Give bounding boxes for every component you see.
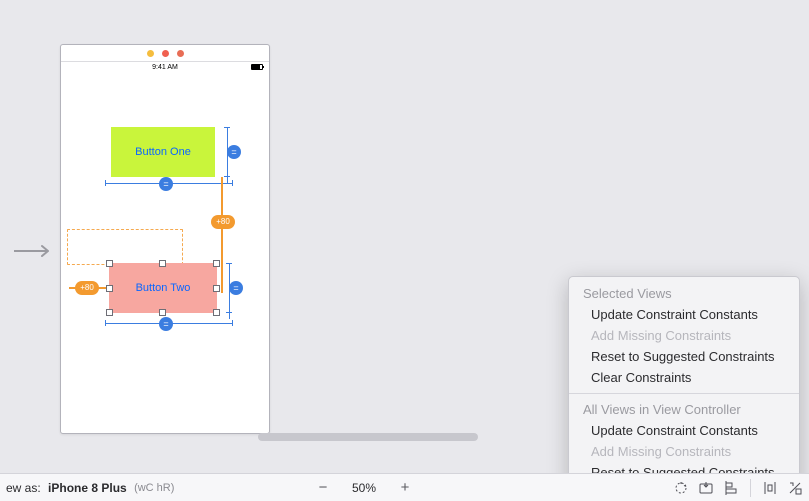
device-body[interactable]: Button One = = +80 +80 Button Two bbox=[61, 75, 269, 433]
view-as-prefix: ew as: bbox=[6, 481, 41, 495]
constraint-tick bbox=[105, 180, 106, 186]
view-as-control[interactable]: ew as: iPhone 8 Plus (wC hR) bbox=[0, 481, 174, 495]
constraint-tick bbox=[232, 180, 233, 186]
bottom-toolbar: ew as: iPhone 8 Plus (wC hR) − 50% + bbox=[0, 473, 809, 501]
entry-arrow-icon bbox=[14, 244, 58, 258]
constraint-tick bbox=[226, 312, 232, 313]
equal-badge-icon[interactable]: = bbox=[159, 317, 173, 331]
battery-icon bbox=[251, 64, 263, 70]
scrollbar-thumb[interactable] bbox=[258, 433, 478, 441]
equal-badge-icon[interactable]: = bbox=[159, 177, 173, 191]
zoom-percent[interactable]: 50% bbox=[352, 481, 376, 495]
traffic-lights bbox=[61, 45, 269, 61]
selection-handle[interactable] bbox=[213, 260, 220, 267]
status-time: 9:41 AM bbox=[152, 64, 178, 71]
menu-update-constants[interactable]: Update Constraint Constants bbox=[569, 304, 799, 325]
embed-in-icon[interactable] bbox=[698, 480, 714, 496]
constraints-context-menu[interactable]: Selected Views Update Constraint Constan… bbox=[568, 276, 800, 501]
constraint-tick bbox=[224, 176, 230, 177]
button-two-label: Button Two bbox=[136, 282, 191, 294]
traffic-dot-icon bbox=[177, 50, 184, 57]
zoom-controls: − 50% + bbox=[314, 479, 414, 497]
button-one[interactable]: Button One bbox=[111, 127, 215, 177]
pin-constraints-icon[interactable] bbox=[762, 480, 778, 496]
menu-all-add-missing: Add Missing Constraints bbox=[569, 441, 799, 462]
menu-all-update-constants[interactable]: Update Constraint Constants bbox=[569, 420, 799, 441]
selection-handle[interactable] bbox=[159, 309, 166, 316]
constraint-tick bbox=[105, 320, 106, 326]
zoom-out-button[interactable]: − bbox=[314, 479, 332, 497]
update-frames-icon[interactable] bbox=[673, 480, 689, 496]
constraint-tick bbox=[224, 127, 230, 128]
menu-header-all: All Views in View Controller bbox=[569, 399, 799, 420]
layout-tools bbox=[673, 479, 803, 497]
traffic-dot-icon bbox=[162, 50, 169, 57]
spacing-value-badge[interactable]: +80 bbox=[211, 215, 235, 229]
selection-handle[interactable] bbox=[159, 260, 166, 267]
equal-badge-icon[interactable]: = bbox=[227, 145, 241, 159]
selection-handle[interactable] bbox=[213, 309, 220, 316]
device-frame[interactable]: 9:41 AM Button One = = +80 +80 bbox=[60, 44, 270, 434]
view-as-device: iPhone 8 Plus bbox=[48, 481, 127, 495]
selection-handle[interactable] bbox=[213, 285, 220, 292]
status-bar: 9:41 AM bbox=[61, 62, 269, 74]
constraint-tick bbox=[232, 320, 233, 326]
menu-header-selected: Selected Views bbox=[569, 283, 799, 304]
menu-add-missing: Add Missing Constraints bbox=[569, 325, 799, 346]
menu-reset-suggested[interactable]: Reset to Suggested Constraints bbox=[569, 346, 799, 367]
menu-clear-constraints[interactable]: Clear Constraints bbox=[569, 367, 799, 388]
constraint-tick bbox=[226, 263, 232, 264]
resolve-issues-icon[interactable] bbox=[787, 480, 803, 496]
button-two[interactable]: Button Two bbox=[109, 263, 217, 313]
equal-badge-icon[interactable]: = bbox=[229, 281, 243, 295]
spacing-value-badge[interactable]: +80 bbox=[75, 281, 99, 295]
button-one-label: Button One bbox=[135, 146, 191, 158]
spacing-constraint[interactable] bbox=[221, 177, 223, 293]
size-class-label: (wC hR) bbox=[134, 482, 174, 494]
align-icon[interactable] bbox=[723, 480, 739, 496]
toolbar-separator bbox=[750, 479, 751, 497]
selection-handle[interactable] bbox=[106, 285, 113, 292]
selection-handle[interactable] bbox=[106, 309, 113, 316]
zoom-in-button[interactable]: + bbox=[396, 479, 414, 497]
menu-separator bbox=[569, 393, 799, 394]
traffic-dot-icon bbox=[147, 50, 154, 57]
selection-handle[interactable] bbox=[106, 260, 113, 267]
